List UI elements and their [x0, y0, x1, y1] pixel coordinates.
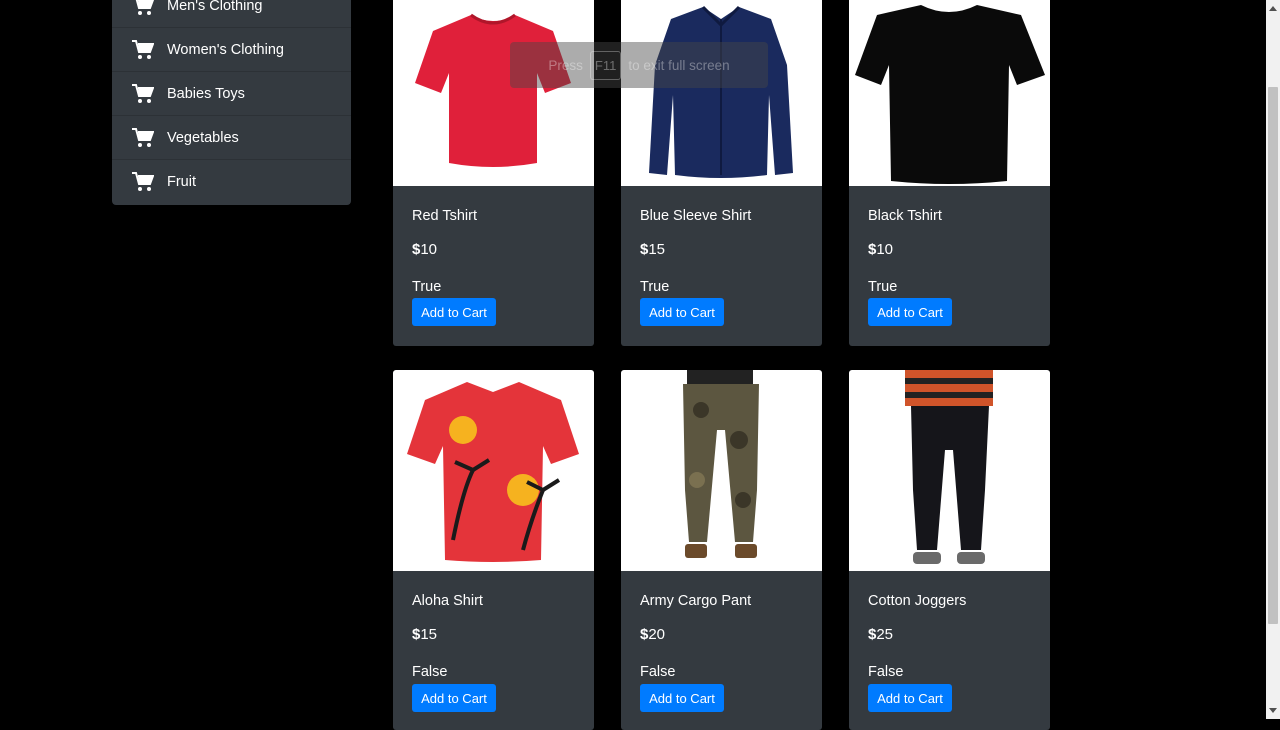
product-image-joggers[interactable] [849, 370, 1050, 571]
product-stock-status: True [640, 279, 670, 295]
product-price: $20 [640, 626, 666, 643]
add-to-cart-button[interactable]: Add to Cart [868, 684, 952, 712]
cart-icon [132, 83, 154, 103]
sidebar-item-womens-clothing[interactable]: Women's Clothing [112, 28, 351, 72]
sidebar-item-fruit[interactable]: Fruit [112, 160, 351, 204]
cart-icon [135, 0, 154, 15]
sidebar-item-label: Fruit [167, 174, 196, 190]
cart-icon [132, 39, 154, 59]
toast-suffix: to exit full screen [628, 57, 730, 73]
product-name: Army Cargo Pant [640, 593, 752, 609]
toast-key: F11 [589, 50, 622, 80]
product-card: Army Cargo Pant $20 False Add to Cart [621, 370, 822, 730]
add-to-cart-button[interactable]: Add to Cart [868, 298, 952, 326]
add-to-cart-button[interactable]: Add to Cart [412, 684, 496, 712]
product-card: Black Tshirt $10 True Add to Cart [849, 0, 1050, 346]
product-name: Cotton Joggers [868, 593, 967, 609]
cart-icon [132, 172, 154, 191]
product-price: $15 [412, 626, 438, 643]
sidebar-item-babies-toys[interactable]: Babies Toys [112, 72, 351, 116]
scroll-down-arrow-icon[interactable] [1266, 703, 1280, 719]
product-name: Aloha Shirt [412, 593, 483, 609]
toast-prefix: Press [548, 57, 583, 73]
sidebar-item-label: Men's Clothing [167, 0, 263, 14]
product-name: Red Tshirt [412, 208, 478, 224]
sidebar-item-label: Babies Toys [167, 85, 245, 102]
category-sidebar: Men's Clothing Women's Clothing Babies T… [112, 0, 351, 205]
scrollbar-thumb[interactable] [1268, 87, 1278, 624]
product-stock-status: True [868, 279, 898, 295]
sidebar-item-label: Vegetables [167, 129, 239, 146]
sidebar-item-vegetables[interactable]: Vegetables [112, 116, 351, 160]
product-image-black-tshirt[interactable] [849, 0, 1050, 186]
add-to-cart-button[interactable]: Add to Cart [640, 298, 724, 326]
product-image-red-tshirt[interactable] [393, 0, 594, 186]
product-stock-status: False [868, 664, 904, 680]
product-image-blue-shirt[interactable] [621, 0, 822, 186]
add-to-cart-button[interactable]: Add to Cart [412, 298, 496, 326]
sidebar-item-mens-clothing[interactable]: Men's Clothing [112, 0, 351, 28]
product-name: Black Tshirt [868, 208, 942, 224]
product-card: Cotton Joggers $25 False Add to Cart [849, 370, 1050, 730]
product-price: $10 [412, 241, 438, 258]
product-price: $15 [640, 241, 666, 258]
fullscreen-exit-notice: Press F11 to exit full screen [510, 42, 768, 88]
product-name: Blue Sleeve Shirt [640, 208, 752, 224]
add-to-cart-button[interactable]: Add to Cart [640, 684, 724, 712]
product-card: Aloha Shirt $15 False Add to Cart [393, 370, 594, 730]
product-stock-status: False [412, 664, 448, 680]
product-image-aloha-shirt[interactable] [393, 370, 594, 571]
product-price: $25 [868, 626, 894, 643]
cart-icon [132, 127, 154, 147]
product-image-cargo-pant[interactable] [621, 370, 822, 571]
sidebar-item-label: Women's Clothing [167, 41, 284, 58]
product-stock-status: True [412, 279, 442, 295]
scroll-up-arrow-icon[interactable] [1266, 0, 1280, 16]
product-price: $10 [868, 241, 894, 258]
product-stock-status: False [640, 664, 676, 680]
